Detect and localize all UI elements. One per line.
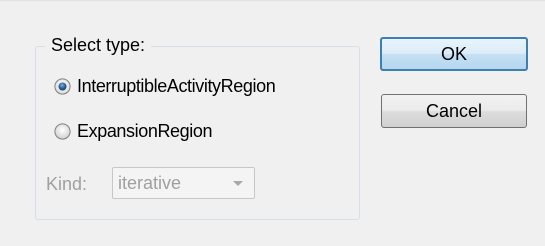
select-type-group-title: Select type:: [45, 34, 152, 56]
radio-label-expansion-region: ExpansionRegion: [77, 121, 213, 141]
radio-interruptible-activity-region[interactable]: InterruptibleActivityRegion: [54, 74, 276, 98]
ok-button[interactable]: OK: [380, 37, 528, 71]
radio-selected-icon[interactable]: [54, 77, 71, 95]
select-type-dialog: Select type: InterruptibleActivityRegion…: [0, 0, 545, 246]
kind-select-value: iterative: [118, 173, 182, 193]
radio-unselected-icon[interactable]: [54, 122, 71, 140]
kind-label: Kind:: [46, 174, 88, 194]
cancel-button[interactable]: Cancel: [381, 94, 527, 128]
kind-select[interactable]: iterative: [112, 167, 255, 199]
chevron-down-icon[interactable]: [232, 180, 244, 188]
radio-label-interruptible-activity-region: InterruptibleActivityRegion: [77, 76, 276, 96]
radio-expansion-region[interactable]: ExpansionRegion: [54, 119, 213, 143]
